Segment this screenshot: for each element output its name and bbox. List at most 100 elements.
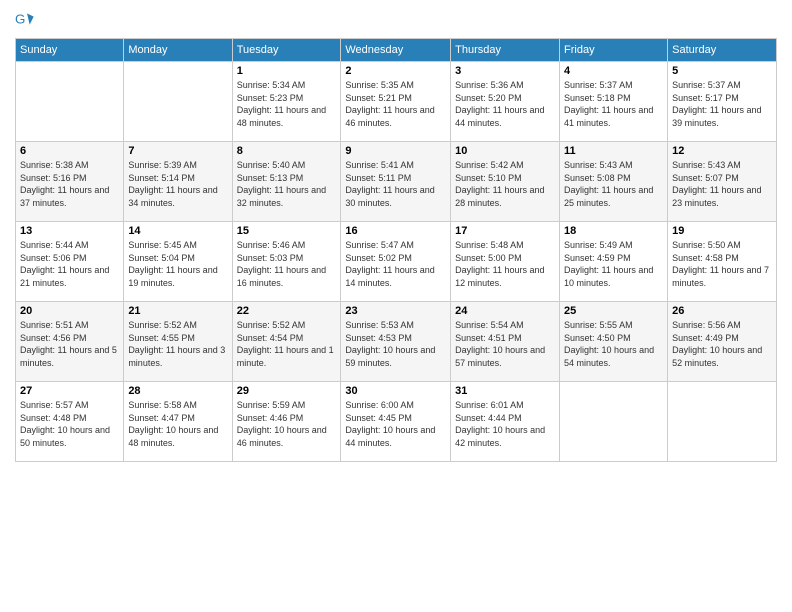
column-header-friday: Friday <box>560 39 668 62</box>
day-number: 26 <box>672 305 772 317</box>
day-number: 2 <box>345 65 446 77</box>
day-info: Sunrise: 5:52 AM Sunset: 4:54 PM Dayligh… <box>237 319 337 369</box>
calendar-cell: 21Sunrise: 5:52 AM Sunset: 4:55 PM Dayli… <box>124 302 232 382</box>
day-info: Sunrise: 5:48 AM Sunset: 5:00 PM Dayligh… <box>455 239 555 289</box>
day-number: 15 <box>237 225 337 237</box>
day-info: Sunrise: 5:57 AM Sunset: 4:48 PM Dayligh… <box>20 399 119 449</box>
calendar-cell: 26 Sunrise: 5:56 AM Sunset: 4:49 PM Dayli… <box>668 302 777 382</box>
column-header-thursday: Thursday <box>451 39 560 62</box>
calendar-cell: 16 Sunrise: 5:47 AM Sunset: 5:02 PM Dayli… <box>341 222 451 302</box>
day-info: Sunrise: 6:01 AM Sunset: 4:44 PM Dayligh… <box>455 399 555 449</box>
calendar-cell: 17 Sunrise: 5:48 AM Sunset: 5:00 PM Dayli… <box>451 222 560 302</box>
day-number: 1 <box>237 65 337 77</box>
day-info: Sunrise: 5:49 AM Sunset: 4:59 PM Dayligh… <box>564 239 663 289</box>
calendar-cell: 1 Sunrise: 5:34 AM Sunset: 5:23 PM Daylig… <box>232 62 341 142</box>
day-number: 3 <box>455 65 555 77</box>
column-header-saturday: Saturday <box>668 39 777 62</box>
svg-text:G: G <box>15 11 25 26</box>
calendar-cell: 4Sunrise: 5:37 AM Sunset: 5:18 PM Daylig… <box>560 62 668 142</box>
calendar-cell: 12 Sunrise: 5:43 AM Sunset: 5:07 PM Dayli… <box>668 142 777 222</box>
day-number: 12 <box>672 145 772 157</box>
calendar-cell: 5 Sunrise: 5:37 AM Sunset: 5:17 PM Daylig… <box>668 62 777 142</box>
day-info: Sunrise: 5:43 AM Sunset: 5:08 PM Dayligh… <box>564 159 663 209</box>
day-number: 8 <box>237 145 337 157</box>
calendar-cell: 6 Sunrise: 5:38 AM Sunset: 5:16 PM Daylig… <box>16 142 124 222</box>
day-info: Sunrise: 5:42 AM Sunset: 5:10 PM Dayligh… <box>455 159 555 209</box>
calendar-cell: 14 Sunrise: 5:45 AM Sunset: 5:04 PM Dayli… <box>124 222 232 302</box>
day-number: 10 <box>455 145 555 157</box>
calendar-table: SundayMondayTuesdayWednesdayThursdayFrid… <box>15 38 777 462</box>
day-number: 22 <box>237 305 337 317</box>
column-header-wednesday: Wednesday <box>341 39 451 62</box>
day-info: Sunrise: 5:41 AM Sunset: 5:11 PM Dayligh… <box>345 159 446 209</box>
day-number: 28 <box>128 385 227 397</box>
calendar-cell: 3 Sunrise: 5:36 AM Sunset: 5:20 PM Daylig… <box>451 62 560 142</box>
calendar-cell: 24 Sunrise: 5:54 AM Sunset: 4:51 PM Dayli… <box>451 302 560 382</box>
logo-icon: G <box>15 10 35 30</box>
calendar-cell: 22 Sunrise: 5:52 AM Sunset: 4:54 PM Dayli… <box>232 302 341 382</box>
calendar-cell <box>124 62 232 142</box>
day-info: Sunrise: 5:51 AM Sunset: 4:56 PM Dayligh… <box>20 319 119 369</box>
day-info: Sunrise: 5:45 AM Sunset: 5:04 PM Dayligh… <box>128 239 227 289</box>
calendar-cell: 29Sunrise: 5:59 AM Sunset: 4:46 PM Dayli… <box>232 382 341 462</box>
calendar-page: G SundayMondayTuesdayWednesdayThursdayFr… <box>0 0 792 612</box>
day-number: 25 <box>564 305 663 317</box>
calendar-cell: 19 Sunrise: 5:50 AM Sunset: 4:58 PM Dayli… <box>668 222 777 302</box>
calendar-cell: 10 Sunrise: 5:42 AM Sunset: 5:10 PM Dayli… <box>451 142 560 222</box>
column-header-sunday: Sunday <box>16 39 124 62</box>
day-info: Sunrise: 5:52 AM Sunset: 4:55 PM Dayligh… <box>128 319 227 369</box>
day-number: 19 <box>672 225 772 237</box>
day-info: Sunrise: 5:50 AM Sunset: 4:58 PM Dayligh… <box>672 239 772 289</box>
calendar-cell: 9 Sunrise: 5:41 AM Sunset: 5:11 PM Daylig… <box>341 142 451 222</box>
calendar-cell: 27 Sunrise: 5:57 AM Sunset: 4:48 PM Dayli… <box>16 382 124 462</box>
day-number: 27 <box>20 385 119 397</box>
day-info: Sunrise: 5:40 AM Sunset: 5:13 PM Dayligh… <box>237 159 337 209</box>
day-number: 9 <box>345 145 446 157</box>
day-number: 24 <box>455 305 555 317</box>
day-number: 29 <box>237 385 337 397</box>
column-header-monday: Monday <box>124 39 232 62</box>
calendar-week-row: 6 Sunrise: 5:38 AM Sunset: 5:16 PM Daylig… <box>16 142 777 222</box>
day-info: Sunrise: 5:58 AM Sunset: 4:47 PM Dayligh… <box>128 399 227 449</box>
calendar-cell: 31Sunrise: 6:01 AM Sunset: 4:44 PM Dayli… <box>451 382 560 462</box>
day-info: Sunrise: 5:34 AM Sunset: 5:23 PM Dayligh… <box>237 79 337 129</box>
calendar-cell: 28 Sunrise: 5:58 AM Sunset: 4:47 PM Dayli… <box>124 382 232 462</box>
day-info: Sunrise: 5:36 AM Sunset: 5:20 PM Dayligh… <box>455 79 555 129</box>
day-info: Sunrise: 5:35 AM Sunset: 5:21 PM Dayligh… <box>345 79 446 129</box>
day-number: 6 <box>20 145 119 157</box>
day-info: Sunrise: 5:46 AM Sunset: 5:03 PM Dayligh… <box>237 239 337 289</box>
day-info: Sunrise: 5:54 AM Sunset: 4:51 PM Dayligh… <box>455 319 555 369</box>
calendar-cell <box>560 382 668 462</box>
day-info: Sunrise: 5:56 AM Sunset: 4:49 PM Dayligh… <box>672 319 772 369</box>
day-info: Sunrise: 6:00 AM Sunset: 4:45 PM Dayligh… <box>345 399 446 449</box>
day-info: Sunrise: 5:37 AM Sunset: 5:18 PM Dayligh… <box>564 79 663 129</box>
calendar-cell: 2 Sunrise: 5:35 AM Sunset: 5:21 PM Daylig… <box>341 62 451 142</box>
calendar-cell: 15 Sunrise: 5:46 AM Sunset: 5:03 PM Dayli… <box>232 222 341 302</box>
calendar-cell: 20Sunrise: 5:51 AM Sunset: 4:56 PM Dayli… <box>16 302 124 382</box>
day-info: Sunrise: 5:37 AM Sunset: 5:17 PM Dayligh… <box>672 79 772 129</box>
day-number: 16 <box>345 225 446 237</box>
day-number: 30 <box>345 385 446 397</box>
column-header-tuesday: Tuesday <box>232 39 341 62</box>
day-number: 17 <box>455 225 555 237</box>
day-info: Sunrise: 5:38 AM Sunset: 5:16 PM Dayligh… <box>20 159 119 209</box>
day-info: Sunrise: 5:47 AM Sunset: 5:02 PM Dayligh… <box>345 239 446 289</box>
calendar-cell: 13Sunrise: 5:44 AM Sunset: 5:06 PM Dayli… <box>16 222 124 302</box>
day-number: 14 <box>128 225 227 237</box>
day-number: 13 <box>20 225 119 237</box>
logo: G <box>15 10 37 30</box>
day-info: Sunrise: 5:43 AM Sunset: 5:07 PM Dayligh… <box>672 159 772 209</box>
page-header: G <box>15 10 777 30</box>
calendar-cell: 25 Sunrise: 5:55 AM Sunset: 4:50 PM Dayli… <box>560 302 668 382</box>
day-number: 7 <box>128 145 227 157</box>
calendar-cell <box>16 62 124 142</box>
calendar-cell: 30 Sunrise: 6:00 AM Sunset: 4:45 PM Dayli… <box>341 382 451 462</box>
day-number: 18 <box>564 225 663 237</box>
calendar-cell <box>668 382 777 462</box>
day-number: 23 <box>345 305 446 317</box>
calendar-cell: 7Sunrise: 5:39 AM Sunset: 5:14 PM Daylig… <box>124 142 232 222</box>
day-info: Sunrise: 5:55 AM Sunset: 4:50 PM Dayligh… <box>564 319 663 369</box>
day-number: 5 <box>672 65 772 77</box>
calendar-week-row: 20Sunrise: 5:51 AM Sunset: 4:56 PM Dayli… <box>16 302 777 382</box>
calendar-cell: 8 Sunrise: 5:40 AM Sunset: 5:13 PM Daylig… <box>232 142 341 222</box>
